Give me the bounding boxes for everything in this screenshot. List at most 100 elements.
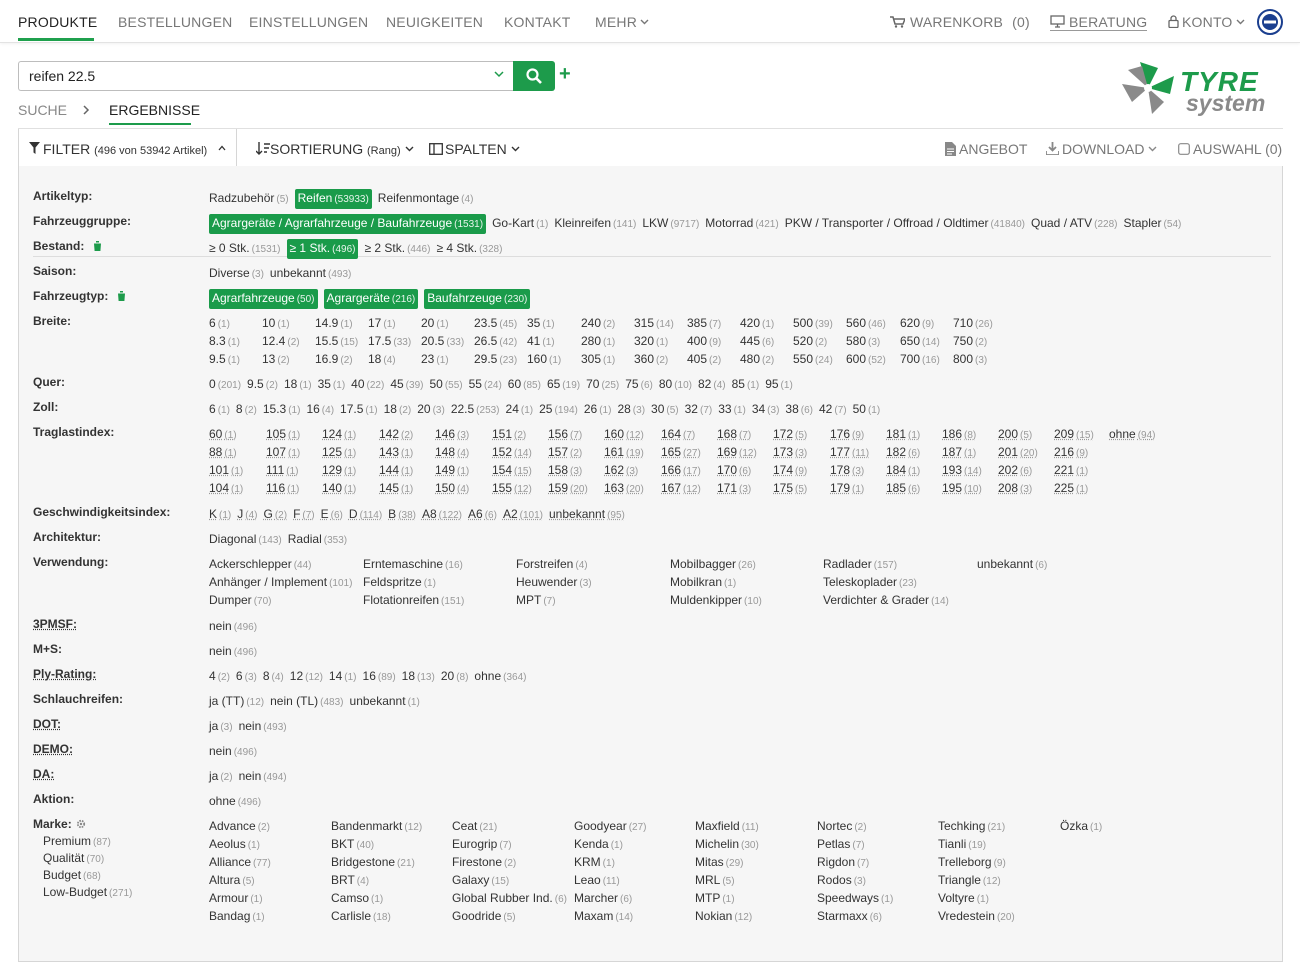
filter-option[interactable]: Vredestein (20) <box>938 907 1015 927</box>
filter-option[interactable]: 125 (1) <box>322 443 356 463</box>
filter-option[interactable]: 34 (3) <box>752 400 780 420</box>
filter-option[interactable]: Eurogrip (7) <box>452 835 512 855</box>
filter-option[interactable]: 150 (4) <box>435 479 469 499</box>
filter-option[interactable]: 173 (3) <box>773 443 807 463</box>
filter-option[interactable]: 152 (14) <box>492 443 532 463</box>
filter-option[interactable]: 18 (4) <box>368 350 396 370</box>
filter-option[interactable]: Rigdon (7) <box>817 853 869 873</box>
filter-option[interactable]: Özka (1) <box>1060 817 1102 837</box>
filter-option[interactable]: 20 (1) <box>421 314 449 334</box>
filter-option[interactable]: Camso (1) <box>331 889 383 909</box>
filter-option[interactable]: 40 (22) <box>351 375 384 395</box>
filter-option[interactable]: Maxam (14) <box>574 907 633 927</box>
filter-option[interactable]: 23.5 (45) <box>474 314 517 334</box>
filter-option[interactable]: Leao (11) <box>574 871 620 891</box>
filter-option[interactable]: 800 (3) <box>953 350 987 370</box>
filter-option[interactable]: 550 (24) <box>793 350 833 370</box>
filter-option[interactable]: 140 (1) <box>322 479 356 499</box>
filter-option[interactable]: Starmaxx (6) <box>817 907 882 927</box>
filter-option[interactable]: Global Rubber Ind. (6) <box>452 889 567 909</box>
filter-option[interactable]: ≥ 4 Stk. (328) <box>436 239 502 259</box>
filter-option[interactable]: Diagonal (143) <box>209 530 282 550</box>
filter-option[interactable]: 240 (2) <box>581 314 615 334</box>
filter-option[interactable]: 156 (7) <box>548 425 582 445</box>
filter-option[interactable]: 50 (55) <box>429 375 462 395</box>
filter-option[interactable]: Armour (1) <box>209 889 263 909</box>
nav-mehr[interactable]: MEHR <box>595 14 649 30</box>
filter-option[interactable]: Galaxy (15) <box>452 871 509 891</box>
filter-option[interactable]: 80 (10) <box>659 375 692 395</box>
filter-option[interactable]: ja (TT) (12) <box>209 692 264 712</box>
filter-option[interactable]: KRM (1) <box>574 853 615 873</box>
filter-option[interactable]: 175 (5) <box>773 479 807 499</box>
add-search-button[interactable]: + <box>559 63 571 85</box>
filter-option[interactable]: 385 (7) <box>687 314 721 334</box>
filter-option[interactable]: 160 (1) <box>527 350 561 370</box>
filter-option[interactable]: Diverse (3) <box>209 264 264 284</box>
filter-option[interactable]: Altura (5) <box>209 871 255 891</box>
filter-option[interactable]: Muldenkipper (10) <box>670 591 762 611</box>
filter-option[interactable]: Heuwender (3) <box>516 573 592 593</box>
filter-option[interactable]: 101 (1) <box>209 461 243 481</box>
gear-icon[interactable] <box>76 819 86 829</box>
filter-option[interactable]: 18 (2) <box>384 400 412 420</box>
filter-option[interactable]: 176 (9) <box>830 425 864 445</box>
filter-option[interactable]: A6 (6) <box>468 505 497 525</box>
cart-link[interactable]: WARENKORB (0) <box>890 14 1030 30</box>
filter-option[interactable]: Firestone (2) <box>452 853 516 873</box>
filter-option[interactable]: Feldspritze (1) <box>363 573 436 593</box>
filter-option[interactable]: 26 (1) <box>584 400 612 420</box>
filter-tab[interactable]: FILTER (496 von 53942 Artikel) <box>18 129 237 168</box>
filter-option[interactable]: Voltyre (1) <box>938 889 989 909</box>
filter-option[interactable]: Flotationreifen (151) <box>363 591 464 611</box>
filter-option-selected[interactable]: ≥ 1 Stk. (496) <box>286 239 359 259</box>
filter-option[interactable]: Kenda (1) <box>574 835 623 855</box>
nav-neuigkeiten[interactable]: NEUIGKEITEN <box>386 14 483 30</box>
filter-option[interactable]: 55 (24) <box>469 375 502 395</box>
filter-option[interactable]: Trelleborg (9) <box>938 853 1006 873</box>
filter-option[interactable]: 13 (2) <box>262 350 290 370</box>
filter-option[interactable]: 280 (1) <box>581 332 615 352</box>
filter-option[interactable]: unbekannt (1) <box>350 692 420 712</box>
filter-option[interactable]: 155 (12) <box>492 479 532 499</box>
filter-option[interactable]: B (38) <box>388 505 416 525</box>
filter-option[interactable]: 33 (1) <box>718 400 746 420</box>
filter-option[interactable]: 148 (4) <box>435 443 469 463</box>
filter-option[interactable]: ≥ 2 Stk. (446) <box>364 239 430 259</box>
filter-option[interactable]: BKT (40) <box>331 835 374 855</box>
filter-option[interactable]: Ceat (21) <box>452 817 497 837</box>
filter-option[interactable]: 9.5 (2) <box>247 375 278 395</box>
filter-option[interactable]: Nortec (2) <box>817 817 867 837</box>
filter-option[interactable]: Reifenmontage (4) <box>378 189 474 209</box>
filter-option[interactable]: ja (3) <box>209 717 233 737</box>
filter-option[interactable]: 580 (3) <box>846 332 880 352</box>
filter-option[interactable]: 82 (4) <box>698 375 726 395</box>
nav-einstellungen[interactable]: EINSTELLUNGEN <box>249 14 368 30</box>
filter-option[interactable]: nein (496) <box>209 617 257 637</box>
chevron-down-icon[interactable] <box>494 71 504 78</box>
filter-option[interactable]: 15.5 (15) <box>315 332 358 352</box>
nav-kontakt[interactable]: KONTAKT <box>504 14 570 30</box>
filter-option[interactable]: 12 (12) <box>290 667 323 687</box>
filter-option[interactable]: Kleinreifen (141) <box>554 214 636 234</box>
filter-option[interactable]: Michelin (30) <box>695 835 759 855</box>
filter-option[interactable]: 149 (1) <box>435 461 469 481</box>
filter-option[interactable]: 164 (7) <box>661 425 695 445</box>
filter-option[interactable]: A8 (122) <box>422 505 462 525</box>
brand-tier-option[interactable]: Qualität (70) <box>43 851 104 865</box>
filter-option[interactable]: 116 (1) <box>266 479 299 499</box>
filter-option[interactable]: Aeolus (1) <box>209 835 260 855</box>
filter-option[interactable]: E (6) <box>321 505 343 525</box>
search-input[interactable] <box>29 68 469 84</box>
filter-option[interactable]: unbekannt (95) <box>549 505 625 525</box>
filter-option[interactable]: 38 (6) <box>785 400 813 420</box>
filter-option[interactable]: 305 (1) <box>581 350 615 370</box>
filter-option[interactable]: Bandenmarkt (12) <box>331 817 422 837</box>
filter-option[interactable]: 165 (27) <box>661 443 701 463</box>
filter-option[interactable]: 200 (5) <box>998 425 1032 445</box>
filter-option[interactable]: unbekannt (493) <box>270 264 351 284</box>
filter-option[interactable]: 560 (46) <box>846 314 886 334</box>
filter-option[interactable]: Go-Kart (1) <box>492 214 548 234</box>
filter-option[interactable]: 166 (17) <box>661 461 701 481</box>
filter-option[interactable]: 315 (14) <box>634 314 674 334</box>
